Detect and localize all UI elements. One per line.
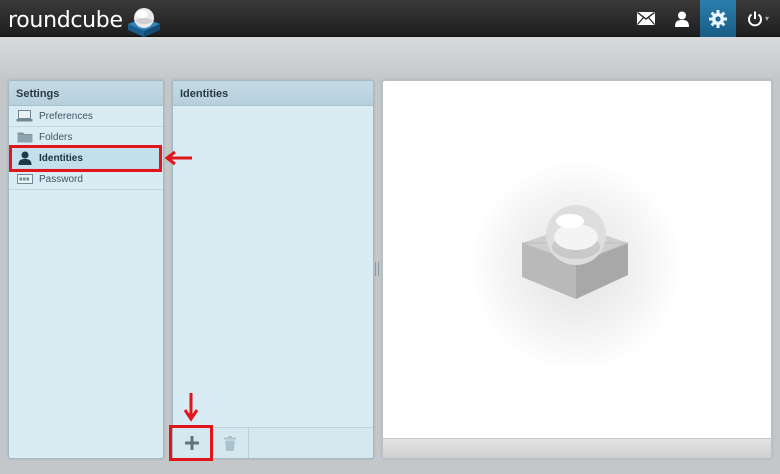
top-navigation: ▾ <box>628 0 780 37</box>
settings-item-preferences[interactable]: Preferences <box>9 106 163 127</box>
settings-item-label: Folders <box>39 131 73 143</box>
mail-nav-button[interactable] <box>628 0 664 37</box>
delete-identity-button[interactable] <box>211 428 249 458</box>
folder-icon <box>16 131 33 144</box>
settings-item-label: Preferences <box>39 110 93 122</box>
trash-icon <box>223 435 236 451</box>
settings-panel-title: Settings <box>9 81 163 106</box>
add-button-highlight-box <box>169 425 213 461</box>
contacts-nav-button[interactable] <box>664 0 700 37</box>
settings-item-password[interactable]: Password <box>9 169 163 190</box>
identities-panel-title: Identities <box>173 81 373 106</box>
identities-highlight-box <box>9 145 162 172</box>
logout-nav-button[interactable]: ▾ <box>736 0 780 37</box>
roundcube-cube-icon <box>127 8 160 37</box>
content-footer-bar <box>383 438 771 458</box>
top-bar: roundcube ▾ <box>0 0 780 37</box>
settings-item-label: Password <box>39 173 83 185</box>
person-icon <box>675 11 689 27</box>
arrow-down-icon <box>183 393 199 422</box>
laptop-icon <box>16 110 33 123</box>
chevron-down-icon: ▾ <box>764 14 769 23</box>
gear-icon <box>709 9 727 28</box>
roundcube-watermark-icon <box>521 205 629 299</box>
settings-nav-button[interactable] <box>700 0 736 37</box>
header-band <box>0 37 780 77</box>
envelope-icon <box>637 12 655 25</box>
password-icon <box>16 173 33 186</box>
settings-panel: Settings Preferences Folders Identities <box>8 80 164 459</box>
arrow-left-icon <box>164 150 192 166</box>
identities-panel: Identities <box>172 80 374 459</box>
content-frame <box>382 80 772 459</box>
roundcube-logo[interactable]: roundcube <box>8 4 163 37</box>
panel-splitter-handle[interactable] <box>375 262 379 276</box>
power-icon <box>748 11 762 26</box>
logo-text: roundcube <box>8 7 123 33</box>
